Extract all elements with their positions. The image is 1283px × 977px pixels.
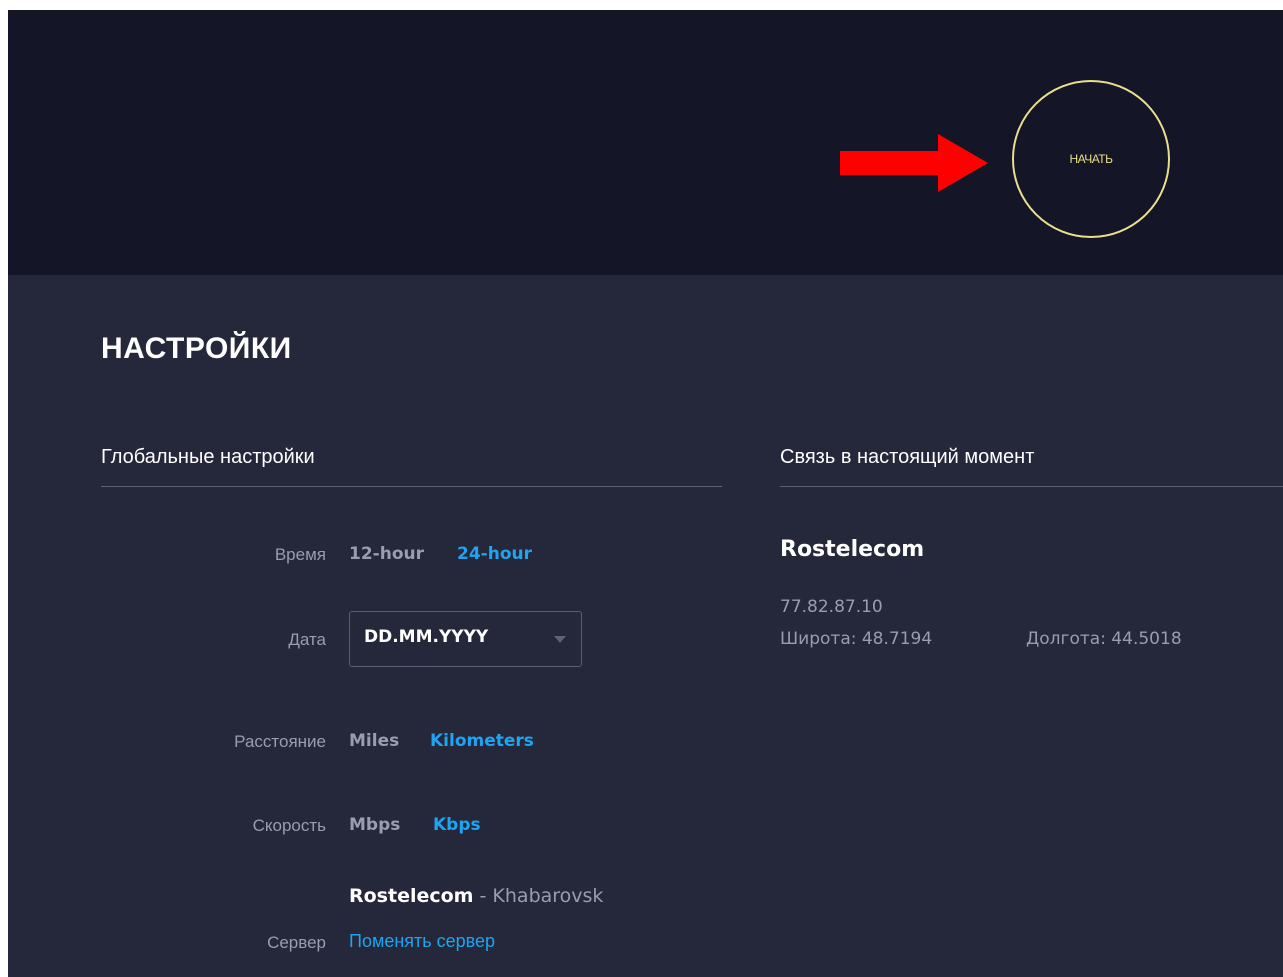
speed-option-kbps[interactable]: Kbps xyxy=(433,815,481,835)
connection-isp: Rostelecom xyxy=(780,537,925,562)
connection-latitude: Широта: 48.7194 xyxy=(780,629,933,649)
server-city: Khabarovsk xyxy=(492,885,604,907)
connection-heading: Связь в настоящий момент xyxy=(780,446,1035,468)
settings-panel: НАСТРОЙКИ Глобальные настройки Связь в н… xyxy=(8,275,1283,977)
right-arrow-icon xyxy=(840,134,988,192)
speedtest-page: НАЧАТЬ НАСТРОЙКИ Глобальные настройки Св… xyxy=(8,10,1283,977)
time-option-12h[interactable]: 12-hour xyxy=(349,544,424,564)
server-label: Сервер xyxy=(267,933,326,952)
connection-longitude: Долгота: 44.5018 xyxy=(1026,629,1182,649)
change-server-link[interactable]: Поменять сервер xyxy=(349,931,495,952)
speed-option-mbps[interactable]: Mbps xyxy=(349,815,400,835)
server-name: Rostelecom - Khabarovsk xyxy=(349,885,603,907)
start-button[interactable]: НАЧАТЬ xyxy=(1012,80,1170,238)
date-label: Дата xyxy=(288,630,326,649)
time-label: Время xyxy=(274,545,326,564)
distance-label: Расстояние xyxy=(234,732,326,751)
connection-ip: 77.82.87.10 xyxy=(780,597,883,617)
distance-option-miles[interactable]: Miles xyxy=(349,731,399,751)
page-title: НАСТРОЙКИ xyxy=(101,332,292,365)
date-format-select[interactable]: DD.MM.YYYY xyxy=(349,611,582,667)
server-isp: Rostelecom xyxy=(349,885,474,907)
hero-section: НАЧАТЬ xyxy=(8,10,1283,275)
connection-divider xyxy=(780,486,1283,487)
server-separator: - xyxy=(473,885,493,907)
chevron-down-icon xyxy=(554,636,566,643)
date-format-value: DD.MM.YYYY xyxy=(364,627,489,647)
global-settings-divider xyxy=(101,486,722,487)
speed-label: Скорость xyxy=(252,816,326,835)
global-settings-heading: Глобальные настройки xyxy=(101,446,315,468)
time-option-24h[interactable]: 24-hour xyxy=(457,544,532,564)
distance-option-km[interactable]: Kilometers xyxy=(430,731,534,751)
